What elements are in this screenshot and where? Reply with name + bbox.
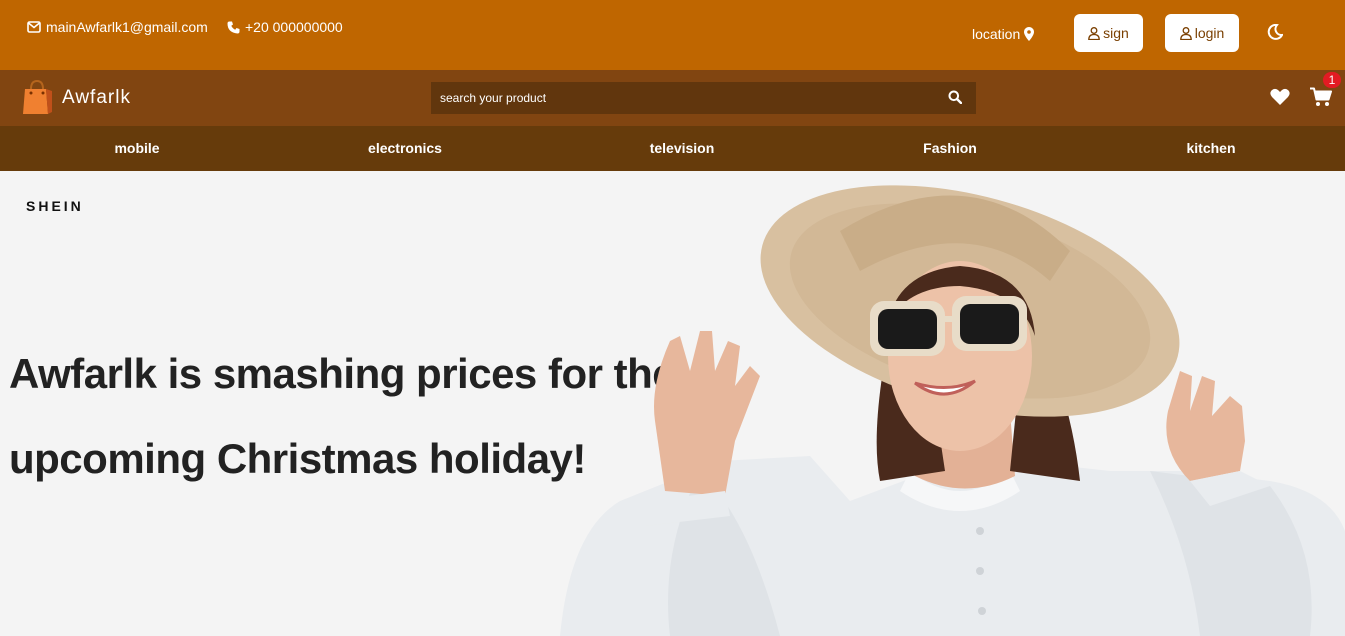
- nav-item-mobile[interactable]: mobile: [114, 140, 159, 156]
- login-button[interactable]: login: [1165, 14, 1239, 52]
- dark-mode-toggle-icon[interactable]: [1267, 24, 1283, 40]
- location-link[interactable]: location: [972, 26, 1035, 42]
- brand-logo: SHEIN: [26, 198, 84, 214]
- phone-text: +20 000000000: [245, 19, 343, 35]
- email-text: mainAwfarlk1@gmail.com: [46, 19, 208, 35]
- category-nav: mobile electronics television Fashion ki…: [0, 126, 1345, 171]
- user-icon: [1179, 26, 1192, 40]
- location-label: location: [972, 26, 1021, 42]
- main-header: Awfarlk 1: [0, 70, 1345, 126]
- envelope-icon: [27, 21, 41, 33]
- shopping-bag-logo-icon[interactable]: [22, 79, 54, 115]
- map-pin-icon: [1024, 27, 1035, 41]
- cart-count-badge: 1: [1323, 72, 1341, 88]
- login-label: login: [1194, 25, 1225, 41]
- email-contact[interactable]: mainAwfarlk1@gmail.com: [27, 19, 208, 35]
- nav-item-electronics[interactable]: electronics: [368, 140, 442, 156]
- cart-icon[interactable]: [1310, 87, 1332, 107]
- nav-item-kitchen[interactable]: kitchen: [1186, 140, 1235, 156]
- sign-button[interactable]: sign: [1074, 14, 1143, 52]
- nav-item-television[interactable]: television: [650, 140, 715, 156]
- phone-contact[interactable]: +20 000000000: [227, 19, 343, 35]
- brand-name[interactable]: Awfarlk: [62, 87, 131, 109]
- heart-icon[interactable]: [1270, 88, 1290, 106]
- phone-icon: [227, 21, 240, 33]
- top-bar: mainAwfarlk1@gmail.com +20 000000000 loc…: [0, 0, 1345, 70]
- user-icon: [1088, 26, 1101, 40]
- nav-item-fashion[interactable]: Fashion: [923, 140, 977, 156]
- hero-model-image: [560, 185, 1345, 636]
- search-icon[interactable]: [948, 90, 962, 104]
- sign-label: sign: [1103, 25, 1129, 41]
- search-input[interactable]: [431, 82, 976, 114]
- hero-banner[interactable]: SHEIN Awfarlk is smashing prices for the…: [0, 171, 1345, 636]
